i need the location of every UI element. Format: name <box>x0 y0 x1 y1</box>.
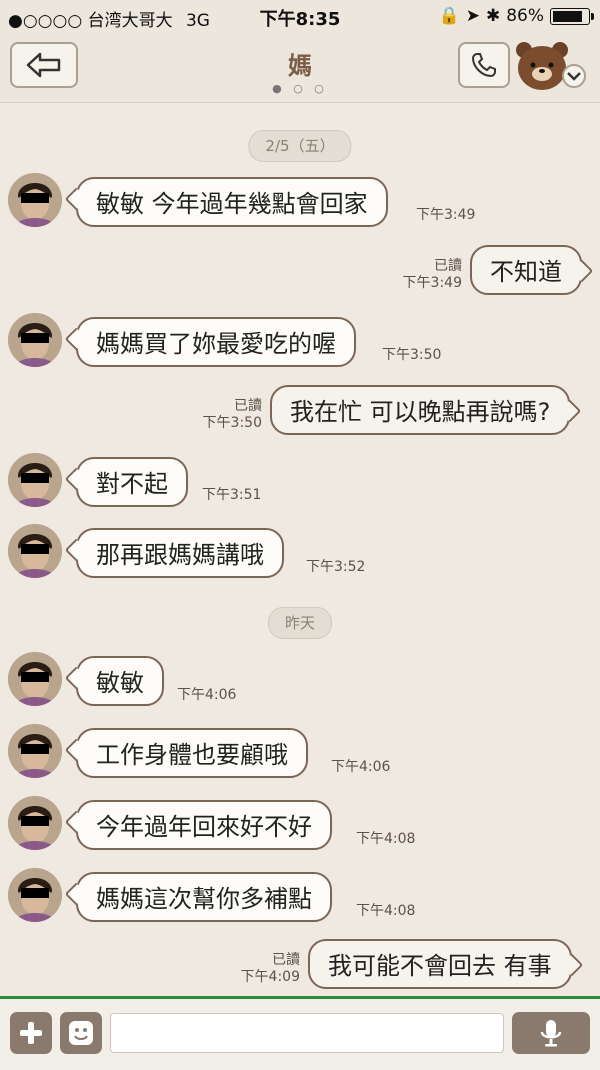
message-composer <box>0 996 600 1070</box>
message-bubble-incoming[interactable]: 對不起 <box>76 457 188 507</box>
message-input[interactable] <box>110 1013 504 1053</box>
status-right: 🔒 ➤ ✱ 86% <box>438 6 594 26</box>
message-time: 下午4:06 <box>177 687 237 703</box>
chat-title: 媽 <box>288 52 312 80</box>
call-button[interactable] <box>458 42 510 88</box>
emoji-button[interactable] <box>60 1012 102 1054</box>
message-time: 下午4:08 <box>356 903 416 919</box>
message-time: 下午3:49 <box>402 275 462 291</box>
avatar[interactable] <box>8 173 62 227</box>
avatar-image <box>8 524 62 578</box>
avatar[interactable] <box>8 313 62 367</box>
page-indicator: ● ○ ○ <box>272 82 328 95</box>
chat-header: 媽 ● ○ ○ <box>0 34 600 103</box>
message-time: 下午4:08 <box>356 831 416 847</box>
avatar-image <box>8 868 62 922</box>
bear-sticker-icon <box>516 42 586 90</box>
avatar[interactable] <box>8 453 62 507</box>
avatar-image <box>8 313 62 367</box>
add-attachment-button[interactable] <box>10 1012 52 1054</box>
bluetooth-icon: ✱ <box>485 6 501 26</box>
message-bubble-outgoing[interactable]: 我在忙 可以晚點再說嗎? <box>270 385 571 435</box>
rotation-lock-icon: 🔒 <box>438 6 460 26</box>
voice-message-button[interactable] <box>512 1012 590 1054</box>
smiley-icon <box>69 1021 93 1045</box>
avatar-image <box>8 724 62 778</box>
avatar-image <box>8 652 62 706</box>
avatar[interactable] <box>8 524 62 578</box>
message-time: 下午3:50 <box>202 415 262 431</box>
avatar[interactable] <box>8 724 62 778</box>
message-meta: 已讀 下午3:49 <box>380 258 462 292</box>
phone-icon <box>471 53 496 78</box>
message-time: 下午3:52 <box>306 559 366 575</box>
message-bubble-incoming[interactable]: 工作身體也要顧哦 <box>76 728 308 778</box>
message-bubble-incoming[interactable]: 今年過年回來好不好 <box>76 800 332 850</box>
plus-icon <box>20 1022 42 1044</box>
message-time: 下午3:49 <box>416 207 476 223</box>
message-bubble-incoming[interactable]: 媽媽這次幫你多補點 <box>76 872 332 922</box>
message-bubble-outgoing[interactable]: 我可能不會回去 有事 <box>308 939 572 989</box>
message-bubble-outgoing[interactable]: 不知道 <box>470 245 582 295</box>
avatar[interactable] <box>8 868 62 922</box>
read-receipt: 已讀 <box>272 952 300 968</box>
sticker-menu-button[interactable] <box>512 38 590 94</box>
message-time: 下午3:51 <box>202 487 262 503</box>
avatar-image <box>8 453 62 507</box>
date-separator: 2/5（五） <box>248 130 352 162</box>
message-time: 下午4:06 <box>331 759 391 775</box>
avatar[interactable] <box>8 652 62 706</box>
message-meta: 已讀 下午4:09 <box>218 952 300 986</box>
message-meta: 已讀 下午3:50 <box>180 398 262 432</box>
date-separator: 昨天 <box>267 607 333 639</box>
microphone-icon <box>540 1020 562 1047</box>
message-bubble-incoming[interactable]: 敏敏 <box>76 656 164 706</box>
avatar-image <box>8 796 62 850</box>
avatar[interactable] <box>8 796 62 850</box>
battery-percent: 86% <box>506 6 544 26</box>
read-receipt: 已讀 <box>234 398 262 414</box>
battery-fill <box>553 10 582 22</box>
location-icon: ➤ <box>465 6 480 26</box>
avatar-image <box>8 173 62 227</box>
status-bar: ●○○○○ 台湾大哥大 3G 下午8:35 🔒 ➤ ✱ 86% <box>0 0 600 34</box>
read-receipt: 已讀 <box>434 258 462 274</box>
battery-icon <box>550 7 594 25</box>
message-time: 下午4:09 <box>240 969 300 985</box>
message-bubble-incoming[interactable]: 那再跟媽媽講哦 <box>76 528 284 578</box>
message-bubble-incoming[interactable]: 媽媽買了妳最愛吃的喔 <box>76 317 356 367</box>
message-bubble-incoming[interactable]: 敏敏 今年過年幾點會回家 <box>76 177 388 227</box>
message-time: 下午3:50 <box>382 347 442 363</box>
